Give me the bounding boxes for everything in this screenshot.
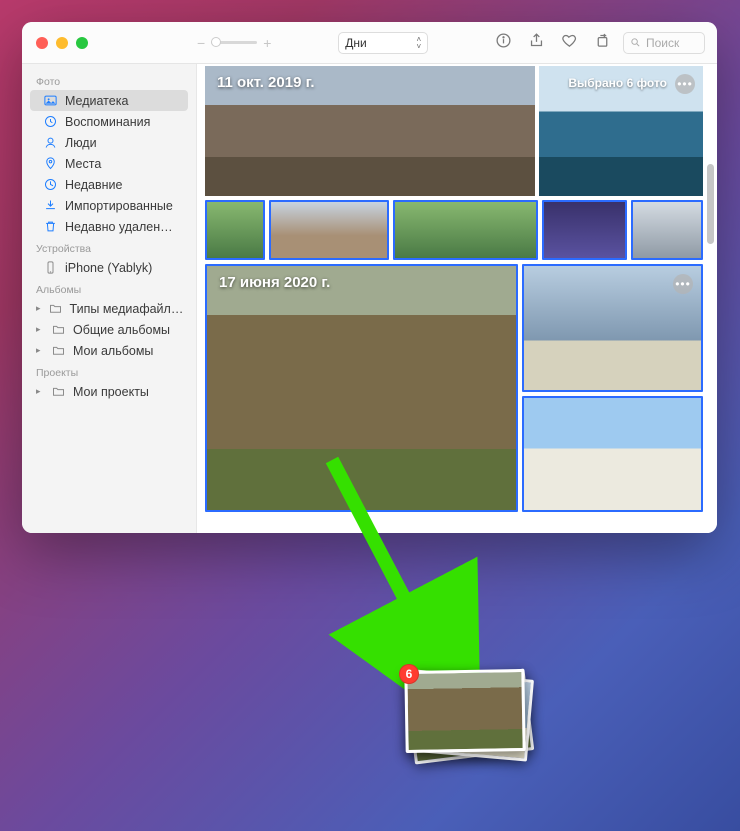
photo-thumb[interactable]	[542, 200, 627, 260]
search-icon	[630, 37, 641, 48]
folder-icon	[51, 322, 66, 337]
section-title: Проекты	[30, 361, 188, 381]
memories-icon	[43, 114, 58, 129]
zoom-in-icon: +	[263, 35, 271, 51]
scrollbar[interactable]	[707, 164, 714, 244]
selection-count-label: Выбрано 6 фото	[568, 76, 667, 90]
sidebar-item-device[interactable]: iPhone (Yablyk)	[30, 257, 188, 278]
photo-thumb[interactable]	[631, 200, 703, 260]
info-icon[interactable]	[495, 32, 512, 54]
sidebar-item-library[interactable]: Медиатека	[30, 90, 188, 111]
photo-tile[interactable]: •••	[522, 264, 703, 392]
disclosure-icon[interactable]: ▸	[36, 345, 44, 356]
drag-count-badge: 6	[399, 664, 419, 684]
zoom-button[interactable]	[76, 37, 88, 49]
photos-icon	[43, 93, 58, 108]
clock-icon	[43, 177, 58, 192]
minimize-button[interactable]	[56, 37, 68, 49]
photo-thumb[interactable]	[205, 200, 265, 260]
trash-icon	[43, 219, 58, 234]
drag-stack[interactable]: 6	[405, 670, 530, 760]
sidebar-item-shared-albums[interactable]: ▸ Общие альбомы	[30, 319, 188, 340]
zoom-slider[interactable]: − +	[197, 35, 271, 51]
zoom-out-icon: −	[197, 35, 205, 51]
share-icon[interactable]	[528, 32, 545, 54]
more-button[interactable]: •••	[673, 274, 693, 294]
close-button[interactable]	[36, 37, 48, 49]
folder-icon	[51, 384, 66, 399]
sidebar-item-deleted[interactable]: Недавно удален…	[30, 216, 188, 237]
favorite-icon[interactable]	[561, 32, 578, 54]
sidebar-item-my-albums[interactable]: ▸ Мои альбомы	[30, 340, 188, 361]
view-mode-select[interactable]: Дни ˄˅	[338, 32, 428, 54]
places-icon	[43, 156, 58, 171]
more-button[interactable]: •••	[675, 74, 695, 94]
disclosure-icon[interactable]: ▸	[36, 324, 44, 335]
sidebar-item-media-types[interactable]: ▸ Типы медиафайл…	[30, 298, 188, 319]
sidebar: Фото Медиатека Воспоминания Люди Места	[22, 64, 197, 533]
content-area: 11 окт. 2019 г. Выбрано 6 фото •••	[197, 64, 717, 533]
section-title: Фото	[30, 70, 188, 90]
photo-tile[interactable]: Выбрано 6 фото •••	[539, 66, 703, 196]
photos-window: − + Дни ˄˅ Поиск Фото	[22, 22, 717, 533]
date-label: 17 июня 2020 г.	[219, 274, 330, 291]
sidebar-item-imports[interactable]: Импортированные	[30, 195, 188, 216]
chevron-updown-icon: ˄˅	[417, 36, 422, 50]
disclosure-icon[interactable]: ▸	[36, 303, 41, 314]
section-title: Альбомы	[30, 278, 188, 298]
folder-icon	[48, 301, 63, 316]
photo-thumb[interactable]	[393, 200, 538, 260]
disclosure-icon[interactable]: ▸	[36, 386, 44, 397]
photo-tile[interactable]: 17 июня 2020 г.	[205, 264, 518, 512]
photo-thumb[interactable]	[269, 200, 389, 260]
search-placeholder: Поиск	[646, 36, 679, 50]
toolbar: − + Дни ˄˅ Поиск	[197, 32, 717, 54]
photo-tile[interactable]: 11 окт. 2019 г.	[205, 66, 535, 196]
zoom-track[interactable]	[211, 41, 257, 44]
zoom-thumb[interactable]	[211, 37, 221, 47]
import-icon	[43, 198, 58, 213]
rotate-icon[interactable]	[594, 32, 611, 54]
folder-icon	[51, 343, 66, 358]
sidebar-item-people[interactable]: Люди	[30, 132, 188, 153]
traffic-lights	[22, 37, 197, 49]
section-title: Устройства	[30, 237, 188, 257]
sidebar-item-places[interactable]: Места	[30, 153, 188, 174]
photo-tile[interactable]	[522, 396, 703, 512]
sidebar-item-recents[interactable]: Недавние	[30, 174, 188, 195]
sidebar-item-memories[interactable]: Воспоминания	[30, 111, 188, 132]
people-icon	[43, 135, 58, 150]
view-mode-label: Дни	[345, 36, 366, 50]
search-input[interactable]: Поиск	[623, 32, 705, 54]
sidebar-item-my-projects[interactable]: ▸ Мои проекты	[30, 381, 188, 402]
titlebar: − + Дни ˄˅ Поиск	[22, 22, 717, 64]
iphone-icon	[43, 260, 58, 275]
date-label: 11 окт. 2019 г.	[217, 74, 315, 91]
